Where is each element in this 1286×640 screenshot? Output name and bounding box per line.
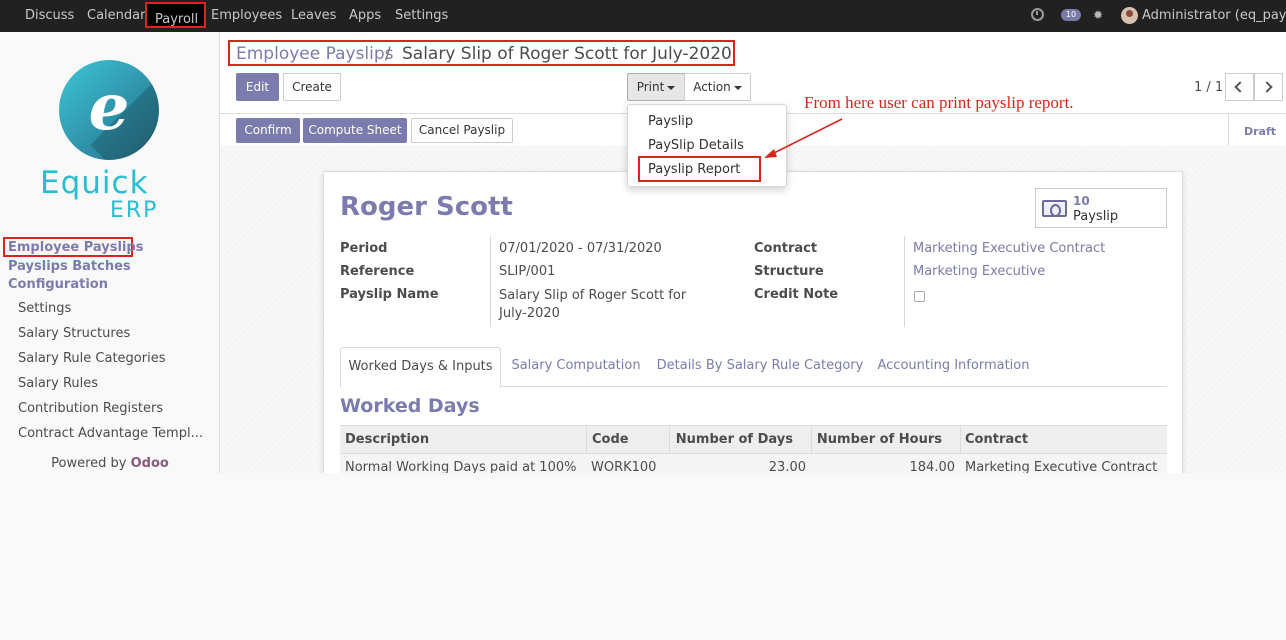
sidebar-item-salary-rules[interactable]: Salary Rules <box>18 376 98 391</box>
powered-by: Powered by Odoo <box>0 456 220 471</box>
sidebar-item-salary-rule-categories[interactable]: Salary Rule Categories <box>18 351 165 366</box>
column-description[interactable]: Description <box>345 426 429 454</box>
action-dropdown-button[interactable]: Action <box>684 73 751 101</box>
worked-days-title: Worked Days <box>340 395 480 417</box>
top-navbar: Discuss Calendar Payroll Employees Leave… <box>0 0 1286 32</box>
print-menu-payslip-details[interactable]: PaySlip Details <box>648 138 744 153</box>
app-root: Discuss Calendar Payroll Employees Leave… <box>0 0 1286 640</box>
contract-link[interactable]: Marketing Executive Contract <box>913 241 1105 256</box>
sidebar-item-employee-payslips[interactable]: Employee Payslips <box>3 237 143 257</box>
notebook-tabs: Worked Days & Inputs Salary Computation … <box>340 347 1167 388</box>
credit-note-checkbox[interactable] <box>914 291 925 302</box>
action-label: Action <box>693 80 731 94</box>
menu-item-apps[interactable]: Apps <box>349 8 381 23</box>
annotation-arrow-icon <box>764 118 843 158</box>
money-icon <box>1042 200 1067 217</box>
logo-wordmark: Equick <box>40 165 149 201</box>
menu-item-employees[interactable]: Employees <box>211 8 282 23</box>
messages-icon[interactable]: 10 <box>1061 9 1081 21</box>
structure-label: Structure <box>754 264 824 279</box>
pager-next-button[interactable] <box>1254 73 1283 101</box>
powered-prefix: Powered by <box>51 456 127 471</box>
structure-link[interactable]: Marketing Executive <box>913 264 1045 279</box>
cell-contract: Marketing Executive Contract <box>965 460 1158 473</box>
menu-item-payroll-label: Payroll <box>155 12 199 27</box>
payslip-name-label: Payslip Name <box>340 287 439 302</box>
sidebar-item-contribution-registers[interactable]: Contribution Registers <box>18 401 163 416</box>
sidebar-item-settings[interactable]: Settings <box>18 301 71 316</box>
tab-details-by-category[interactable]: Details By Salary Rule Category <box>656 347 864 387</box>
column-code[interactable]: Code <box>592 426 629 454</box>
tab-accounting-information[interactable]: Accounting Information <box>875 347 1032 387</box>
breadcrumb-parent-link[interactable]: Employee Payslips <box>236 44 394 64</box>
pager-value: 1 / 1 <box>1194 80 1224 95</box>
sidebar-item-contract-advantage-templates[interactable]: Contract Advantage Templ... <box>18 426 203 441</box>
messages-count: 10 <box>1065 10 1077 19</box>
breadcrumb-current: Salary Slip of Roger Scott for July-2020 <box>402 44 732 64</box>
reference-value: SLIP/001 <box>499 264 556 279</box>
form-sheet: Roger Scott 10 Payslip Period Reference … <box>323 171 1183 473</box>
field-divider <box>490 236 491 327</box>
pager-previous-button[interactable] <box>1225 73 1254 101</box>
field-divider <box>904 236 905 327</box>
status-divider <box>1228 114 1229 146</box>
confirm-button[interactable]: Confirm <box>236 118 300 143</box>
payslip-smart-button[interactable]: 10 Payslip <box>1035 188 1167 228</box>
cell-description: Normal Working Days paid at 100% <box>345 460 577 473</box>
tab-worked-days-inputs[interactable]: Worked Days & Inputs <box>340 347 501 388</box>
sidebar-item-salary-structures[interactable]: Salary Structures <box>18 326 130 341</box>
payslip-name-value: Salary Slip of Roger Scott for July-2020 <box>499 288 687 321</box>
debug-bug-icon[interactable]: ✹ <box>1093 8 1105 22</box>
breadcrumb: Employee Payslips / Salary Slip of Roger… <box>228 40 735 66</box>
cell-days: 23.00 <box>768 460 806 473</box>
period-value: 07/01/2020 - 07/31/2020 <box>499 241 662 256</box>
user-menu[interactable]: Administrator (eq_paysl... <box>1142 8 1286 23</box>
payslip-count: 10 <box>1073 194 1090 208</box>
menu-item-discuss[interactable]: Discuss <box>25 8 74 23</box>
menu-item-calendar[interactable]: Calendar <box>87 8 145 23</box>
sidebar-item-payslips-batches[interactable]: Payslips Batches <box>8 259 131 274</box>
form-content-area: Roger Scott 10 Payslip Period Reference … <box>220 146 1286 473</box>
payslip-stat-label: Payslip <box>1073 209 1119 224</box>
sidebar-section-configuration: Configuration <box>8 277 108 292</box>
period-label: Period <box>340 241 388 256</box>
cancel-payslip-button[interactable]: Cancel Payslip <box>411 118 513 143</box>
equick-logo-icon: e <box>59 60 159 160</box>
edit-button[interactable]: Edit <box>236 73 279 101</box>
caret-down-icon <box>733 85 742 90</box>
column-number-of-hours[interactable]: Number of Hours <box>812 426 942 454</box>
menu-item-settings[interactable]: Settings <box>395 8 448 23</box>
credit-note-label: Credit Note <box>754 287 839 302</box>
print-label: Print <box>636 80 665 94</box>
print-dropdown-button[interactable]: Print <box>627 73 685 101</box>
logo-erp: ERP <box>110 198 159 223</box>
cell-hours: 184.00 <box>909 460 956 473</box>
print-menu-payslip-report[interactable]: Payslip Report <box>648 162 740 177</box>
sidebar: e Equick ERP Employee Payslips Payslips … <box>0 32 220 473</box>
menu-item-leaves[interactable]: Leaves <box>291 8 336 23</box>
compute-sheet-button[interactable]: Compute Sheet <box>303 118 407 143</box>
activity-clock-icon[interactable] <box>1031 8 1044 21</box>
reference-label: Reference <box>340 264 415 279</box>
status-draft[interactable]: Draft <box>1244 125 1276 138</box>
chevron-right-icon <box>1261 81 1273 93</box>
table-header: Description Code Number of Days Number o… <box>340 425 1167 454</box>
table-row[interactable]: Normal Working Days paid at 100% WORK100… <box>340 453 1167 473</box>
column-number-of-days[interactable]: Number of Days <box>670 426 793 454</box>
column-contract[interactable]: Contract <box>965 426 1028 454</box>
caret-down-icon <box>667 85 676 90</box>
user-avatar[interactable] <box>1121 7 1138 24</box>
menu-item-payroll[interactable]: Payroll <box>145 2 206 28</box>
employee-name: Roger Scott <box>340 192 513 222</box>
annotation-text: From here user can print payslip report. <box>804 93 1074 112</box>
tab-salary-computation[interactable]: Salary Computation <box>510 347 642 387</box>
breadcrumb-separator: / <box>385 44 391 64</box>
cell-code: WORK100 <box>591 460 657 473</box>
create-button[interactable]: Create <box>283 73 341 101</box>
contract-label: Contract <box>754 241 818 256</box>
sidebar-item-label: Employee Payslips <box>8 240 144 255</box>
odoo-link[interactable]: Odoo <box>131 456 169 471</box>
chevron-left-icon <box>1234 81 1246 93</box>
print-menu-payslip[interactable]: Payslip <box>648 114 693 129</box>
